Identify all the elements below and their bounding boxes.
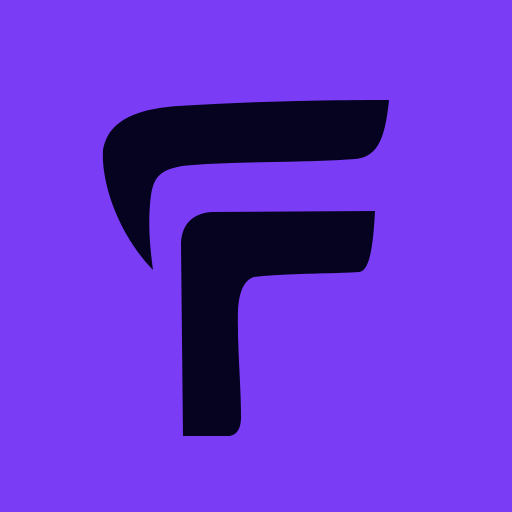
app-icon [0,0,512,512]
f-logo-icon [0,0,512,512]
